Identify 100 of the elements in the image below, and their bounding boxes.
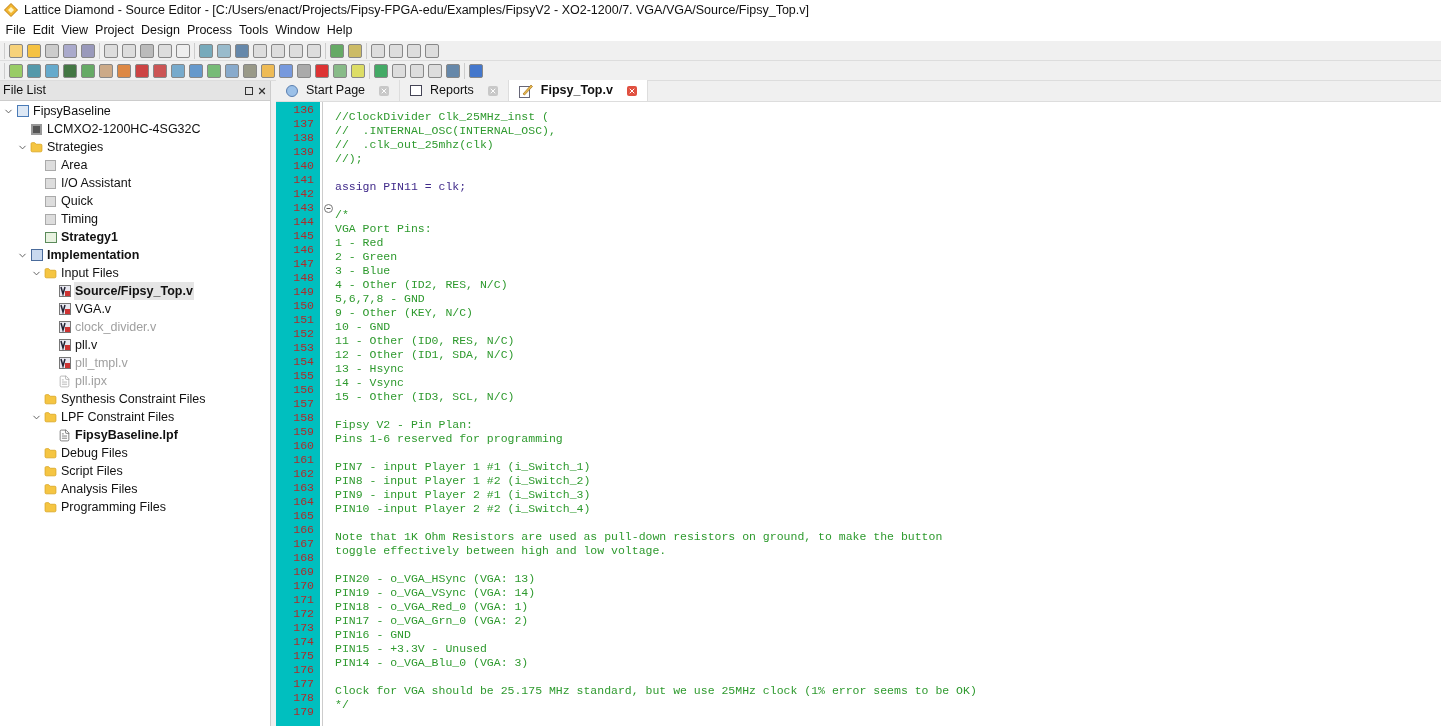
tree-item[interactable]: Source/Fipsy_Top.v	[74, 282, 194, 300]
line-number: 169	[292, 565, 315, 579]
toolbar-icon[interactable]	[189, 63, 203, 78]
toolbar-icon[interactable]	[217, 43, 231, 58]
tree-item[interactable]: Strategy1	[60, 228, 119, 246]
toolbar-icon[interactable]	[122, 43, 136, 58]
toolbar-icon[interactable]	[307, 43, 321, 58]
code-line: 1 - Red	[335, 236, 384, 249]
tree-item[interactable]: Strategies	[46, 138, 105, 156]
toolbar-icon[interactable]	[225, 63, 239, 78]
toolbar-icon[interactable]	[253, 43, 267, 58]
toolbar-icon[interactable]	[371, 43, 385, 58]
toolbar-icon[interactable]	[389, 43, 403, 58]
edit-document-icon	[518, 83, 533, 98]
tree-item[interactable]: FipsyBaseline	[32, 102, 112, 120]
toolbar-icon[interactable]	[9, 63, 23, 78]
toolbar-icon[interactable]	[289, 43, 303, 58]
editor-tab[interactable]: Fipsy_Top.v	[508, 80, 648, 101]
toolbar-icon[interactable]	[63, 63, 77, 78]
menu-item[interactable]: Tools	[235, 21, 272, 40]
menu-item[interactable]: File	[2, 21, 30, 40]
toolbar-icon[interactable]	[428, 63, 442, 78]
toolbar-icon[interactable]	[153, 63, 167, 78]
tree-item[interactable]: Timing	[60, 210, 100, 228]
toolbar-icon[interactable]	[348, 43, 362, 58]
fold-toggle-icon[interactable]	[324, 203, 333, 213]
toolbar-icon[interactable]	[271, 43, 285, 58]
tree-item[interactable]: Synthesis Constraint Files	[60, 390, 207, 408]
menu-item[interactable]: Edit	[29, 21, 58, 40]
tree-item[interactable]: Programming Files	[60, 498, 167, 516]
tree-item[interactable]: Script Files	[60, 462, 124, 480]
close-tab-icon[interactable]	[626, 85, 637, 96]
verilog-file-icon	[58, 321, 71, 333]
tree-item[interactable]: I/O Assistant	[60, 174, 133, 192]
toolbar-icon[interactable]	[279, 63, 293, 78]
toolbar-icon[interactable]	[81, 63, 95, 78]
toolbar-icon[interactable]	[81, 43, 95, 58]
toolbar-icon[interactable]	[425, 43, 439, 58]
toolbar-icon[interactable]	[27, 63, 41, 78]
toolbar-icon[interactable]	[207, 63, 221, 78]
tree-item[interactable]: Implementation	[46, 246, 141, 264]
toolbar-icon[interactable]	[171, 63, 185, 78]
toolbar-icon[interactable]	[140, 43, 154, 58]
toolbar-icon[interactable]	[469, 63, 483, 78]
menu-item[interactable]: Project	[91, 21, 138, 40]
tree-item[interactable]: LPF Constraint Files	[60, 408, 176, 426]
toolbar-icon[interactable]	[261, 63, 275, 78]
menu-item[interactable]: Help	[323, 21, 356, 40]
toolbar-icon[interactable]	[158, 43, 172, 58]
tree-item[interactable]: VGA.v	[74, 300, 113, 318]
line-number: 138	[292, 131, 315, 145]
toolbar-icon[interactable]	[446, 63, 460, 78]
toolbar-icon[interactable]	[330, 43, 344, 58]
menu-item[interactable]: Window	[271, 21, 324, 40]
line-number: 153	[292, 341, 315, 355]
tree-item[interactable]: Input Files	[60, 264, 120, 282]
toolbar-icon[interactable]	[374, 63, 388, 78]
toolbar-icon[interactable]	[176, 43, 190, 58]
toolbar-icon[interactable]	[99, 63, 113, 78]
menu-item[interactable]: Process	[183, 21, 236, 40]
toolbar-icon[interactable]	[315, 63, 329, 78]
line-number: 142	[292, 187, 315, 201]
close-icon[interactable]	[257, 85, 267, 96]
toolbar-icon[interactable]	[27, 43, 41, 58]
tree-item[interactable]: LCMXO2-1200HC-4SG32C	[46, 120, 202, 138]
tree-item[interactable]: pll.v	[74, 336, 99, 354]
editor-tab[interactable]: Start Page	[276, 80, 401, 101]
tree-item[interactable]: Debug Files	[60, 444, 129, 462]
toolbar-icon[interactable]	[45, 63, 59, 78]
toolbar-icon[interactable]	[235, 43, 249, 58]
close-tab-icon[interactable]	[379, 85, 390, 96]
toolbar-icon[interactable]	[297, 63, 311, 78]
toolbar-icon[interactable]	[410, 63, 424, 78]
toolbar-icon[interactable]	[243, 63, 257, 78]
toolbar-icon[interactable]	[199, 43, 213, 58]
close-tab-icon[interactable]	[487, 85, 498, 96]
code-line: 14 - Vsync	[335, 376, 404, 389]
line-number: 162	[292, 467, 315, 481]
toolbar-icon[interactable]	[135, 63, 149, 78]
float-panel-icon[interactable]	[245, 86, 253, 95]
tree-item[interactable]: Analysis Files	[60, 480, 139, 498]
menu-item[interactable]: Design	[137, 21, 184, 40]
toolbar-icon[interactable]	[104, 43, 118, 58]
toolbar-icon[interactable]	[9, 43, 23, 58]
strategy-icon	[45, 177, 56, 189]
editor-tab[interactable]: Reports	[400, 80, 509, 101]
toolbar-icon[interactable]	[63, 43, 77, 58]
toolbar-icon[interactable]	[407, 43, 421, 58]
tree-item[interactable]: Area	[60, 156, 89, 174]
tree-item[interactable]: FipsyBaseline.lpf	[74, 426, 179, 444]
strategy-icon	[44, 231, 57, 243]
tree-item[interactable]: Quick	[60, 192, 94, 210]
verilog-file-icon	[58, 285, 71, 297]
toolbar-icon[interactable]	[351, 63, 365, 78]
toolbar-icon[interactable]	[45, 43, 59, 58]
toolbar-icon[interactable]	[333, 63, 347, 78]
toolbar-icon[interactable]	[392, 63, 406, 78]
toolbar-icon[interactable]	[117, 63, 131, 78]
menu-item[interactable]: View	[57, 21, 92, 40]
code-line: 9 - Other (KEY, N/C)	[335, 306, 474, 319]
